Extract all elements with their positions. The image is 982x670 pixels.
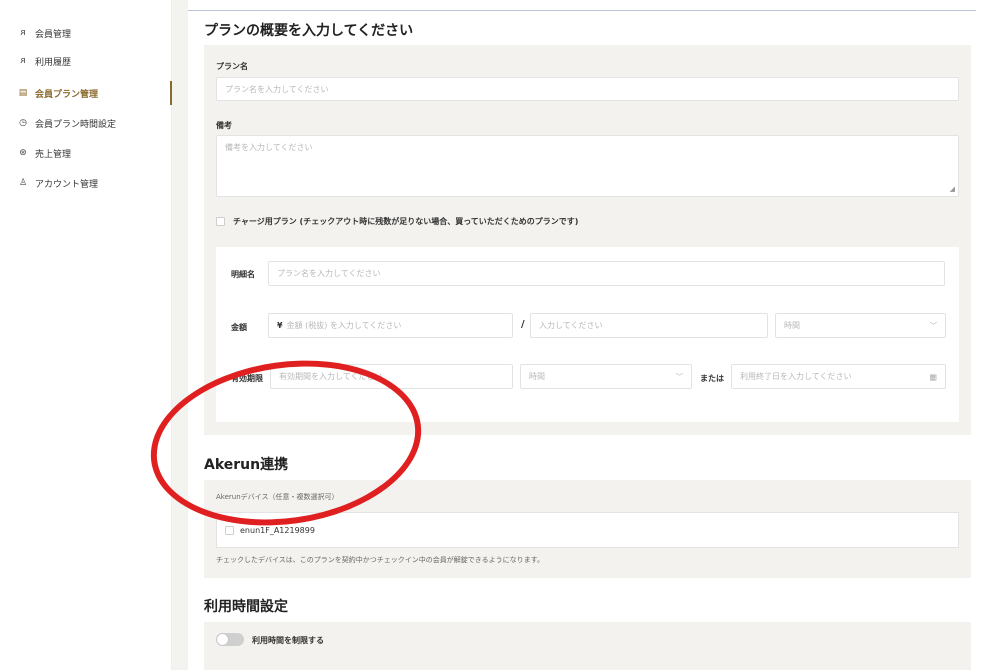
price-unit-select[interactable]: 時間 ﹀ xyxy=(775,313,946,338)
sidebar-item-label: 利用履歴 xyxy=(35,57,72,68)
item-name-label: 明細名 xyxy=(231,270,255,279)
toggle-knob xyxy=(217,634,228,645)
device-checkbox[interactable] xyxy=(225,526,234,535)
chevron-down-icon: ﹀ xyxy=(930,321,937,330)
or-label: または xyxy=(700,374,724,383)
item-name-input[interactable]: プラン名を入力してください xyxy=(268,261,945,286)
device-name: enun1F_A1219899 xyxy=(240,526,315,535)
limit-usage-toggle[interactable] xyxy=(216,633,244,646)
main-content: プランの概要を入力してください プラン名 プラン名を入力してください 備考 備考… xyxy=(188,0,982,670)
validity-input[interactable]: 有効期間を入力してください xyxy=(270,364,513,389)
price-unit-value: 時間 xyxy=(784,321,800,330)
usage-time-panel: 利用時間を制限する xyxy=(204,622,971,670)
remarks-label: 備考 xyxy=(216,121,232,130)
history-icon: ᴙ xyxy=(20,56,26,66)
calendar-icon[interactable]: ▦ xyxy=(929,372,937,381)
end-date-placeholder: 利用終了日を入力してください xyxy=(740,372,852,381)
sidebar-item-label: 売上管理 xyxy=(35,149,72,160)
plan-detail-card: 明細名 プラン名を入力してください 金額 ¥ 金額 (税抜) を入力してください… xyxy=(216,247,959,422)
sidebar-item-label: 会員管理 xyxy=(35,29,72,40)
sales-icon: ⊛ xyxy=(19,148,27,158)
sidebar-item-sales[interactable]: ⊛ 売上管理 xyxy=(0,141,172,165)
price-label: 金額 xyxy=(231,323,247,332)
plan-overview-title: プランの概要を入力してください xyxy=(204,23,414,39)
akerun-note: チェックしたデバイスは、このプランを契約中かつチェックイン中の会員が解錠できるよ… xyxy=(216,556,544,564)
account-icon: ♙ xyxy=(18,178,28,188)
charge-plan-checkbox[interactable] xyxy=(216,217,225,226)
sidebar-item-history[interactable]: ᴙ 利用履歴 xyxy=(0,49,172,73)
akerun-devices-label: Akerunデバイス（任意・複数選択可） xyxy=(216,493,339,501)
sidebar-item-label: 会員プラン時間設定 xyxy=(35,119,117,130)
sidebar-item-members[interactable]: ᴙ 会員管理 xyxy=(0,21,172,45)
yen-symbol: ¥ xyxy=(277,321,283,330)
sidebar-gutter xyxy=(172,0,188,670)
sidebar-item-label: 会員プラン管理 xyxy=(35,89,99,100)
chevron-down-icon: ﹀ xyxy=(676,372,683,381)
per-amount-input[interactable]: 入力してください xyxy=(530,313,768,338)
akerun-panel: Akerunデバイス（任意・複数選択可） enun1F_A1219899 チェッ… xyxy=(204,480,971,578)
plan-icon: ▤ xyxy=(18,88,28,98)
plan-name-label: プラン名 xyxy=(216,62,248,71)
remarks-textarea[interactable]: 備考を入力してください ◢ xyxy=(216,135,959,197)
price-input[interactable]: ¥ 金額 (税抜) を入力してください xyxy=(268,313,513,338)
validity-unit-select[interactable]: 時間 ﹀ xyxy=(520,364,692,389)
charge-plan-label: チャージ用プラン (チェックアウト時に残数が足りない場合、買っていただくためのプ… xyxy=(233,217,579,226)
validity-unit-value: 時間 xyxy=(529,372,545,381)
limit-usage-label: 利用時間を制限する xyxy=(252,636,324,645)
end-date-input[interactable]: 利用終了日を入力してください ▦ xyxy=(731,364,946,389)
akerun-title: Akerun連携 xyxy=(204,457,289,473)
users-icon: ᴙ xyxy=(20,28,26,38)
resize-handle-icon[interactable]: ◢ xyxy=(950,185,955,193)
remarks-placeholder: 備考を入力してください xyxy=(225,143,313,152)
plan-overview-panel: プラン名 プラン名を入力してください 備考 備考を入力してください ◢ チャージ… xyxy=(204,45,971,435)
clock-icon: ◷ xyxy=(19,118,27,128)
sidebar-item-label: アカウント管理 xyxy=(35,179,99,190)
plan-name-input[interactable]: プラン名を入力してください xyxy=(216,77,959,101)
price-placeholder: 金額 (税抜) を入力してください xyxy=(286,321,402,330)
validity-label: 有効期限 xyxy=(231,374,263,383)
per-separator: / xyxy=(521,319,525,330)
sidebar: ᴙ 会員管理 ᴙ 利用履歴 ▤ 会員プラン管理 ◷ 会員プラン時間設定 ⊛ 売上… xyxy=(0,0,172,670)
akerun-device-list: enun1F_A1219899 xyxy=(216,512,959,548)
usage-time-title: 利用時間設定 xyxy=(204,599,288,615)
sidebar-item-member-plans[interactable]: ▤ 会員プラン管理 xyxy=(0,81,172,105)
sidebar-item-account[interactable]: ♙ アカウント管理 xyxy=(0,171,172,195)
sidebar-item-plan-time-settings[interactable]: ◷ 会員プラン時間設定 xyxy=(0,111,172,135)
